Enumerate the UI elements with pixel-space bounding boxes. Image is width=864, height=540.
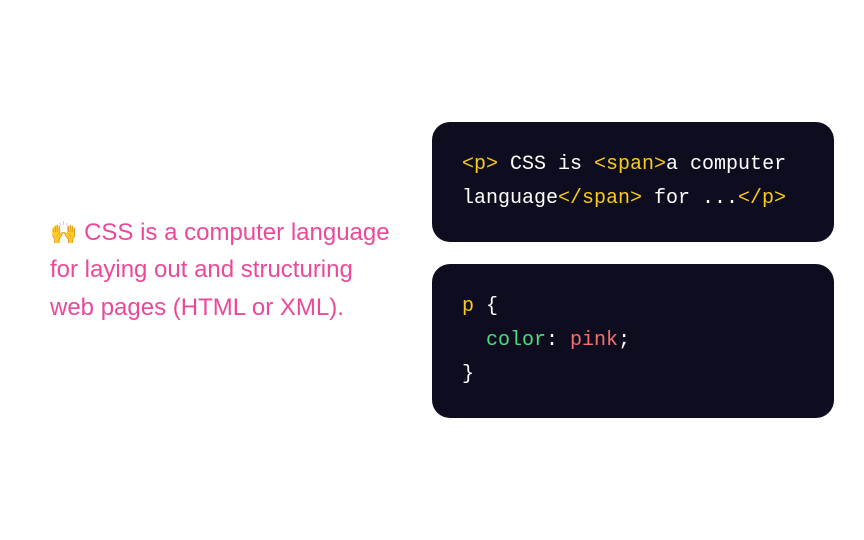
description-body: CSS is a computer language for laying ou… (50, 219, 390, 320)
html-text-3: for ... (642, 187, 738, 210)
open-span-tag: <span> (594, 153, 666, 176)
description-text: 🙌 CSS is a computer language for laying … (50, 214, 402, 326)
close-p-tag: </p> (738, 187, 786, 210)
raising-hands-icon: 🙌 (50, 220, 77, 245)
colon: : (546, 329, 570, 352)
open-brace: { (474, 295, 498, 318)
close-span-tag: </span> (558, 187, 642, 210)
description-panel: 🙌 CSS is a computer language for laying … (30, 214, 402, 326)
html-code-block: <p> CSS is <span>a computer language</sp… (432, 122, 834, 242)
semicolon: ; (618, 329, 630, 352)
open-p-tag: <p> (462, 153, 498, 176)
css-selector: p (462, 295, 474, 318)
indent (462, 329, 486, 352)
html-text-1: CSS is (498, 153, 594, 176)
css-value: pink (570, 329, 618, 352)
css-code-block: p { color: pink; } (432, 264, 834, 418)
code-panel: <p> CSS is <span>a computer language</sp… (432, 122, 834, 418)
close-brace: } (462, 363, 474, 386)
css-property: color (486, 329, 546, 352)
